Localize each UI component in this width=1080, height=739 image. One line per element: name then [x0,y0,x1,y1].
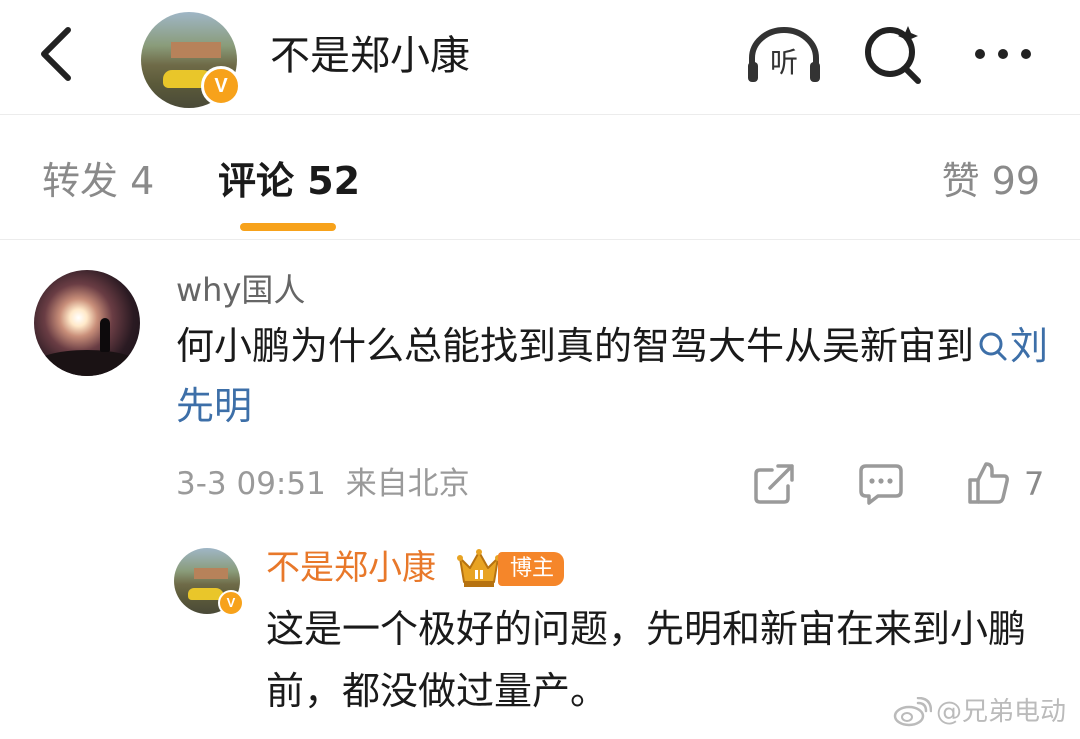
active-tab-indicator [240,223,336,231]
reply-author[interactable]: 不是郑小康 [266,544,436,592]
comment-body: 何小鹏为什么总能找到真的智驾大牛从吴新宙到 [176,324,975,368]
watermark-text: @兄弟电动 [935,697,1066,727]
share-icon[interactable] [752,462,796,506]
tab-comments[interactable]: 评论 52 [218,155,360,207]
comment-time: 3-3 09:51 [176,466,326,502]
page-title[interactable]: 不是郑小康 [270,28,470,84]
comment-text: 何小鹏为什么总能找到真的智驾大牛从吴新宙到 刘先明 [176,316,1056,436]
tab-bar: 转发 4 评论 52 赞 99 [0,115,1080,240]
comment-location: 来自北京 [345,466,470,502]
listen-label: 听 [770,46,798,79]
tab-likes[interactable]: 赞 99 [942,155,1040,207]
comment-meta: 3-3 09:51 来自北京 [176,462,470,506]
reply-icon[interactable] [858,462,904,506]
reply-avatar[interactable]: V [174,548,244,618]
like-icon[interactable] [966,460,1010,506]
top-bar: V 不是郑小康 听 [0,0,1080,115]
weibo-comment-page: V 不是郑小康 听 转发 4 评论 52 赞 99 why国人 何小鹏为什么总能… [0,0,1080,739]
tab-reposts[interactable]: 转发 4 [42,155,154,207]
avatar-hill [34,350,140,376]
reply-verified-badge: V [218,590,244,616]
back-icon[interactable] [30,22,86,86]
more-icon[interactable] [970,30,1036,78]
comment-author[interactable]: why国人 [176,268,305,312]
verified-badge: V [201,66,241,106]
commenter-avatar[interactable] [34,270,140,376]
avatar-house [194,568,228,579]
blogger-badge: 博主 [498,552,565,586]
header-avatar[interactable]: V [141,12,241,112]
avatar-house [171,42,221,58]
avatar-person [100,318,110,352]
search-icon[interactable] [862,22,926,86]
listen-icon[interactable]: 听 [744,24,824,86]
watermark: @兄弟电动 [892,694,1066,730]
weibo-logo-icon [893,697,932,727]
crown-icon [457,549,501,587]
like-count: 7 [1024,465,1045,503]
search-link-icon [979,332,1007,361]
